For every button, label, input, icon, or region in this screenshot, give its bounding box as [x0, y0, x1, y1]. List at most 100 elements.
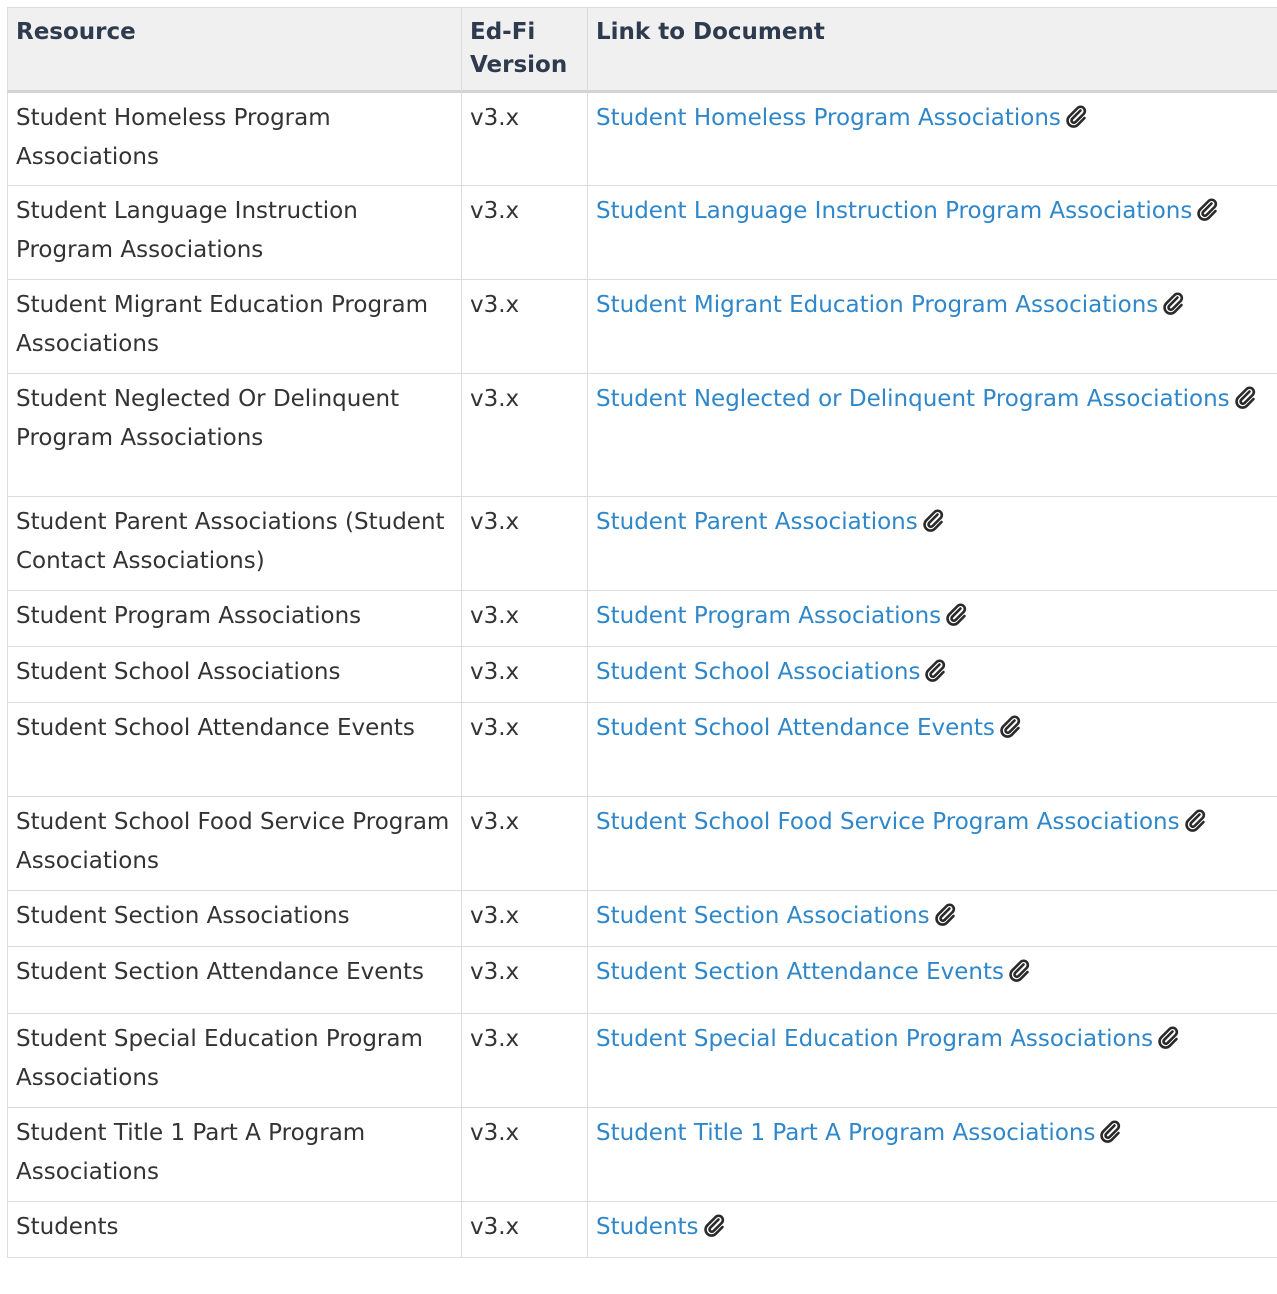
link-cell: Student Language Instruction Program Ass… [587, 185, 1277, 280]
resource-cell: Student Migrant Education Program Associ… [7, 279, 462, 374]
document-link[interactable]: Student Language Instruction Program Ass… [596, 198, 1218, 224]
document-link-label[interactable]: Student School Food Service Program Asso… [596, 809, 1180, 835]
resource-cell: Student Homeless Program Associations [7, 91, 462, 186]
header-resource: Resource [7, 7, 462, 92]
link-cell: Student Homeless Program Associations [587, 91, 1277, 186]
table-row: Student Section Associations v3.x Student … [7, 890, 1277, 947]
version-cell: v3.x [461, 91, 588, 186]
version-cell: v3.x [461, 185, 588, 280]
document-link[interactable]: Student Program Associations [596, 603, 967, 629]
link-cell: Student Special Education Program Associ… [587, 1013, 1277, 1108]
link-cell: Student Program Associations [587, 590, 1277, 647]
version-cell: v3.x [461, 279, 588, 374]
link-cell: Students [587, 1201, 1277, 1258]
table-row: Student Title 1 Part A Program Associati… [7, 1107, 1277, 1202]
table-body: Student Homeless Program Associations v3.… [7, 91, 1277, 1258]
version-cell: v3.x [461, 373, 588, 497]
link-cell: Student Neglected or Delinquent Program … [587, 373, 1277, 497]
resource-cell: Student Program Associations [7, 590, 462, 647]
resource-cell: Student School Attendance Events [7, 702, 462, 797]
version-cell: v3.x [461, 646, 588, 703]
paperclip-icon[interactable] [924, 658, 946, 682]
link-cell: Student School Associations [587, 646, 1277, 703]
table-row: Student Homeless Program Associations v3.… [7, 91, 1277, 186]
paperclip-icon[interactable] [1234, 385, 1256, 409]
document-link[interactable]: Student School Food Service Program Asso… [596, 809, 1206, 835]
paperclip-icon[interactable] [1184, 808, 1206, 832]
document-link[interactable]: Student Section Associations [596, 903, 956, 929]
paperclip-icon[interactable] [922, 508, 944, 532]
table-row: Student Program Associations v3.x Student … [7, 590, 1277, 647]
version-cell: v3.x [461, 1201, 588, 1258]
paperclip-icon[interactable] [1196, 197, 1218, 221]
resource-cell: Student Language Instruction Program Ass… [7, 185, 462, 280]
table-row: Student School Food Service Program Asso… [7, 796, 1277, 891]
resource-cell: Student Special Education Program Associ… [7, 1013, 462, 1108]
link-cell: Student Title 1 Part A Program Associati… [587, 1107, 1277, 1202]
version-cell: v3.x [461, 890, 588, 947]
version-cell: v3.x [461, 796, 588, 891]
document-link-label[interactable]: Student School Associations [596, 659, 920, 685]
paperclip-icon[interactable] [999, 714, 1021, 738]
paperclip-icon[interactable] [1008, 958, 1030, 982]
document-link-label[interactable]: Student Language Instruction Program Ass… [596, 198, 1192, 224]
table-row: Student Section Attendance Events v3.x Stu… [7, 946, 1277, 1014]
document-link[interactable]: Student Special Education Program Associ… [596, 1026, 1179, 1052]
version-cell: v3.x [461, 946, 588, 1014]
version-cell: v3.x [461, 1013, 588, 1108]
version-cell: v3.x [461, 590, 588, 647]
paperclip-icon[interactable] [945, 602, 967, 626]
resource-cell: Student Title 1 Part A Program Associati… [7, 1107, 462, 1202]
resource-cell: Student Section Attendance Events [7, 946, 462, 1014]
paperclip-icon[interactable] [1157, 1025, 1179, 1049]
link-cell: Student Section Attendance Events [587, 946, 1277, 1014]
paperclip-icon[interactable] [1162, 291, 1184, 315]
header-version: Ed-Fi Version [461, 7, 588, 92]
document-link[interactable]: Student Parent Associations [596, 509, 944, 535]
paperclip-icon[interactable] [934, 902, 956, 926]
document-link-label[interactable]: Student Section Attendance Events [596, 959, 1004, 985]
table-row: Students v3.x Students [7, 1201, 1277, 1258]
link-cell: Student School Food Service Program Asso… [587, 796, 1277, 891]
document-link-label[interactable]: Student Special Education Program Associ… [596, 1026, 1153, 1052]
resource-cell: Student Parent Associations (Student Con… [7, 496, 462, 591]
document-link[interactable]: Student Migrant Education Program Associ… [596, 292, 1184, 318]
document-link[interactable]: Student School Associations [596, 659, 946, 685]
table-header: Resource Ed-Fi Version Link to Document [7, 7, 1277, 92]
document-link-label[interactable]: Student School Attendance Events [596, 715, 995, 741]
resource-cell: Student Neglected Or Delinquent Program … [7, 373, 462, 497]
paperclip-icon[interactable] [1065, 104, 1087, 128]
document-link-label[interactable]: Student Homeless Program Associations [596, 105, 1061, 131]
table-row: Student Special Education Program Associ… [7, 1013, 1277, 1108]
document-link-label[interactable]: Students [596, 1214, 699, 1240]
resource-cell: Students [7, 1201, 462, 1258]
link-cell: Student Parent Associations [587, 496, 1277, 591]
header-link: Link to Document [587, 7, 1277, 92]
resource-cell: Student Section Associations [7, 890, 462, 947]
resource-cell: Student School Associations [7, 646, 462, 703]
document-link[interactable]: Student Neglected or Delinquent Program … [596, 386, 1256, 412]
header-row: Resource Ed-Fi Version Link to Document [7, 7, 1277, 92]
paperclip-icon[interactable] [703, 1213, 725, 1237]
table-row: Student Language Instruction Program Ass… [7, 185, 1277, 280]
document-link-label[interactable]: Student Neglected or Delinquent Program … [596, 386, 1230, 412]
document-link[interactable]: Student Title 1 Part A Program Associati… [596, 1120, 1121, 1146]
link-cell: Student School Attendance Events [587, 702, 1277, 797]
document-link[interactable]: Student Section Attendance Events [596, 959, 1030, 985]
table-row: Student Parent Associations (Student Con… [7, 496, 1277, 591]
document-link-label[interactable]: Student Migrant Education Program Associ… [596, 292, 1158, 318]
table-row: Student School Associations v3.x Student S… [7, 646, 1277, 703]
document-link[interactable]: Student School Attendance Events [596, 715, 1021, 741]
document-link[interactable]: Student Homeless Program Associations [596, 105, 1087, 131]
version-cell: v3.x [461, 1107, 588, 1202]
document-link-label[interactable]: Student Title 1 Part A Program Associati… [596, 1120, 1095, 1146]
link-cell: Student Migrant Education Program Associ… [587, 279, 1277, 374]
link-cell: Student Section Associations [587, 890, 1277, 947]
document-link[interactable]: Students [596, 1214, 725, 1240]
resource-cell: Student School Food Service Program Asso… [7, 796, 462, 891]
document-link-label[interactable]: Student Section Associations [596, 903, 930, 929]
document-link-label[interactable]: Student Parent Associations [596, 509, 918, 535]
paperclip-icon[interactable] [1099, 1119, 1121, 1143]
document-link-label[interactable]: Student Program Associations [596, 603, 941, 629]
version-cell: v3.x [461, 496, 588, 591]
